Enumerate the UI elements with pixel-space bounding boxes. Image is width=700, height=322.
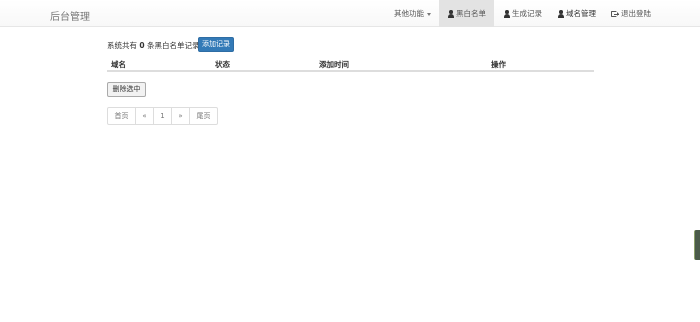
record-summary: 系统共有 0 条黑白名单记录: [107, 40, 200, 51]
nav-domain-label: 域名管理: [566, 9, 596, 18]
add-record-button[interactable]: 添加记录: [198, 37, 234, 52]
summary-suffix: 条黑白名单记录: [147, 41, 200, 50]
page-prev[interactable]: «: [135, 107, 154, 125]
column-header-status[interactable]: 状态: [215, 59, 230, 70]
page-first[interactable]: 首页: [107, 107, 136, 125]
record-count: 0: [139, 41, 145, 50]
page-next[interactable]: »: [171, 107, 190, 125]
caret-down-icon: [427, 12, 431, 16]
logout-icon: [611, 10, 619, 18]
column-header-domain[interactable]: 域名: [111, 59, 126, 70]
blacklist-table: 域名 状态 添加时间 操作: [107, 54, 594, 72]
column-header-actions[interactable]: 操作: [491, 59, 506, 70]
user-icon: [503, 10, 510, 18]
page-last[interactable]: 尾页: [189, 107, 218, 125]
side-widget-tab[interactable]: [694, 230, 700, 260]
user-icon: [557, 10, 564, 18]
user-icon: [447, 10, 454, 18]
pagination: 首页 « 1 » 尾页: [107, 107, 218, 125]
top-navbar: 后台管理 其他功能 黑白名单 生成记录 域名管理 退出登陆: [0, 0, 700, 27]
nav-logout-label: 退出登陆: [621, 9, 651, 18]
delete-selected-button[interactable]: 删除选中: [107, 82, 146, 97]
page-number[interactable]: 1: [153, 107, 172, 125]
nav-other-label: 其他功能: [394, 9, 424, 18]
nav-other-dropdown[interactable]: 其他功能: [394, 0, 434, 27]
summary-prefix: 系统共有: [107, 41, 137, 50]
brand-title[interactable]: 后台管理: [50, 8, 90, 23]
nav-generate-records[interactable]: 生成记录: [503, 0, 548, 27]
table-header-row: 域名 状态 添加时间 操作: [107, 54, 594, 72]
nav-domain-management[interactable]: 域名管理: [557, 0, 602, 27]
nav-logout[interactable]: 退出登陆: [611, 0, 656, 27]
nav-blacklist[interactable]: 黑白名单: [439, 0, 494, 27]
nav-generate-label: 生成记录: [512, 9, 542, 18]
column-header-added-time[interactable]: 添加时间: [319, 59, 349, 70]
nav-blacklist-label: 黑白名单: [456, 9, 486, 18]
